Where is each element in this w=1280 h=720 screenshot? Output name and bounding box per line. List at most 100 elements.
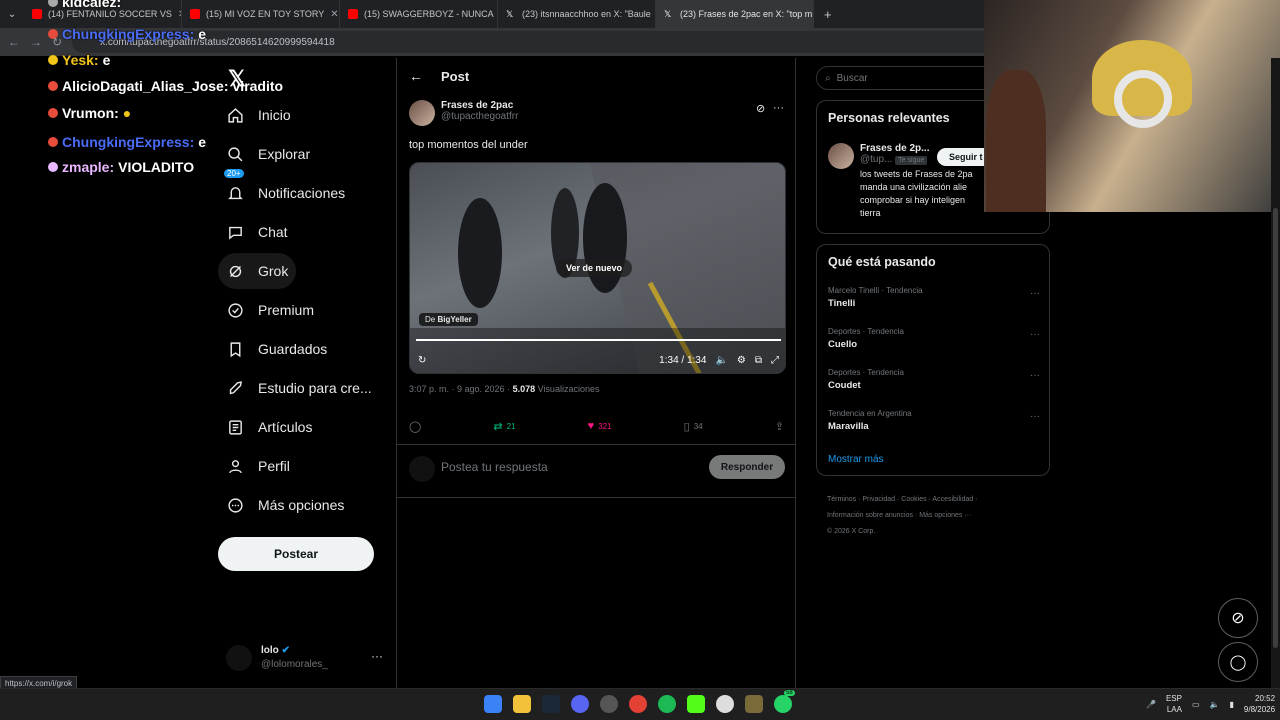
reply-button[interactable]: ◯ <box>409 420 421 433</box>
back-arrow-icon[interactable]: ← <box>409 68 423 84</box>
x-logo-icon[interactable]: 𝕏 <box>228 66 246 92</box>
picture-in-picture-icon[interactable]: ⧉ <box>755 355 762 366</box>
video-player[interactable]: Ver de nuevo De BigYeller ↻ 1:34 / 1:34 … <box>409 162 786 374</box>
home-icon <box>226 106 244 124</box>
account-switcher[interactable]: lolo ✔ @lolomorales_ ··· <box>226 643 396 677</box>
avatar <box>828 143 854 169</box>
user-badge-icon <box>48 81 58 91</box>
app-icon[interactable] <box>745 695 763 713</box>
sidebar-item-articulos[interactable]: Artículos <box>218 409 320 445</box>
footer-line[interactable]: Términos · Privacidad · Cookies · Accesi… <box>827 492 1057 508</box>
trend-item[interactable]: Deportes · Tendencia Cuello ··· <box>828 327 1040 350</box>
sidebar-item-premium[interactable]: Premium <box>218 292 322 328</box>
bookmark-button[interactable]: ▯ 34 <box>684 420 703 433</box>
trend-more-icon[interactable]: ··· <box>1030 288 1040 299</box>
notification-badge: 20+ <box>224 169 244 178</box>
kick-icon[interactable] <box>687 695 705 713</box>
steam-icon[interactable] <box>542 695 560 713</box>
person-figure <box>986 70 1046 212</box>
sidebar-item-notificaciones[interactable]: Notificaciones 20+ <box>218 169 353 211</box>
settings-gear-icon[interactable]: ⚙ <box>737 355 746 366</box>
footer-line[interactable]: Información sobre anuncios · Más opcione… <box>827 508 1057 524</box>
video-source-label: De BigYeller <box>419 313 478 326</box>
comment-icon: ◯ <box>409 420 422 433</box>
sidebar-item-inicio[interactable]: Inicio <box>218 97 299 133</box>
trend-more-icon[interactable]: ··· <box>1030 370 1040 381</box>
sidebar-item-mas-opciones[interactable]: Más opciones <box>218 487 352 523</box>
discord-icon[interactable] <box>571 695 589 713</box>
chat-message: zmaple: VIOLADITO <box>48 159 194 175</box>
scrollbar-thumb[interactable] <box>1273 208 1278 648</box>
share-icon: ⇪ <box>774 420 784 433</box>
emote-icon: ● <box>122 105 132 121</box>
trend-item[interactable]: Deportes · Tendencia Coudet ··· <box>828 368 1040 391</box>
microphone-icon[interactable]: 🎤 <box>1146 700 1156 709</box>
sidebar-item-guardados[interactable]: Guardados <box>218 331 335 367</box>
whatsapp-icon[interactable]: 58 <box>774 690 795 713</box>
trend-item[interactable]: Tendencia en Argentina Maravilla ··· <box>828 409 1040 432</box>
like-button[interactable]: ♥ 321 <box>588 420 612 432</box>
sidebar-item-grok[interactable]: Grok <box>218 253 297 289</box>
trend-item[interactable]: Marcelo Tinelli · Tendencia Tinelli ··· <box>828 286 1040 309</box>
scrollbar[interactable] <box>1271 58 1280 688</box>
browser-tab[interactable]: (15) SWAGGERBOYZ - NUNCA✕ <box>340 0 498 28</box>
fullscreen-icon[interactable]: ⤢ <box>771 355 779 366</box>
sidebar-item-chat[interactable]: Chat <box>218 214 296 250</box>
back-arrow-icon[interactable]: ← <box>8 35 20 49</box>
forward-arrow-icon[interactable]: → <box>30 35 42 49</box>
chrome-icon[interactable] <box>629 695 647 713</box>
grok-fab-button[interactable]: ⊘ <box>1218 598 1258 638</box>
grok-icon: ⊘ <box>1231 610 1245 627</box>
rocket-icon <box>226 379 244 397</box>
reply-input[interactable]: Postea tu respuesta <box>441 460 548 474</box>
card-title: Qué está pasando <box>828 255 936 269</box>
reply-composer: Postea tu respuesta Responder <box>397 444 796 498</box>
tweet-meta: 3:07 p. m. · 9 ago. 2026 · 5.078 Visuali… <box>409 384 600 394</box>
windows-start-icon[interactable] <box>484 695 502 713</box>
close-tab-icon[interactable]: ✕ <box>330 9 338 20</box>
follows-you-badge: Te sigue <box>895 156 928 165</box>
file-explorer-icon[interactable] <box>513 695 531 713</box>
browser-tab-active[interactable]: 𝕏(23) Frases de 2pac en X: "top m✕ <box>656 0 814 28</box>
sidebar-item-perfil[interactable]: Perfil <box>218 448 298 484</box>
new-tab-button[interactable]: + <box>814 7 832 22</box>
sidebar-item-explorar[interactable]: Explorar <box>218 136 318 172</box>
video-progress-bar[interactable] <box>416 339 781 341</box>
tweet-more-icon[interactable]: ··· <box>773 102 784 114</box>
search-icon: ⌕ <box>825 72 831 84</box>
chat-icon: ◯ <box>1229 654 1247 671</box>
grok-icon[interactable]: ⊘ <box>756 102 765 115</box>
post-header: ← Post <box>397 58 796 94</box>
youtube-icon <box>348 9 358 19</box>
account-more-icon[interactable]: ··· <box>371 649 383 663</box>
grok-icon <box>226 262 244 280</box>
bookmark-icon <box>226 340 244 358</box>
trend-more-icon[interactable]: ··· <box>1030 411 1040 422</box>
battery-icon[interactable]: ▮ <box>1230 700 1234 709</box>
obs-icon[interactable] <box>600 695 618 713</box>
replay-button[interactable]: Ver de nuevo <box>556 259 633 277</box>
post-button[interactable]: Postear <box>218 537 374 571</box>
reply-submit-button[interactable]: Responder <box>709 455 785 479</box>
tweet-author[interactable]: Frases de 2pac @tupacthegoatfrr <box>409 100 518 126</box>
chat-fab-button[interactable]: ◯ <box>1218 642 1258 682</box>
clock[interactable]: 20:52 9/8/2026 <box>1244 693 1275 715</box>
app-icon[interactable] <box>716 695 734 713</box>
network-icon[interactable]: ▭ <box>1192 700 1200 709</box>
taskbar-apps: 58 <box>484 690 795 713</box>
premium-icon <box>226 301 244 319</box>
show-more-link[interactable]: Mostrar más <box>828 454 884 465</box>
speaker-icon[interactable]: 🔈 <box>1210 700 1220 709</box>
repost-button[interactable]: ⇄ 21 <box>493 420 515 433</box>
volume-icon[interactable]: 🔈 <box>715 355 727 366</box>
browser-tab[interactable]: 𝕏(23) itsnnaacchhoo en X: "Baule✕ <box>498 0 656 28</box>
bell-icon <box>226 184 244 202</box>
sidebar-item-estudio[interactable]: Estudio para cre... <box>218 370 380 406</box>
tab-search-icon[interactable]: ⌄ <box>0 9 24 20</box>
account-handle: @lolomorales_ <box>261 659 328 670</box>
spotify-icon[interactable] <box>658 695 676 713</box>
replay-icon[interactable]: ↻ <box>418 355 426 366</box>
language-indicator[interactable]: ESP LAA <box>1166 693 1182 715</box>
trend-more-icon[interactable]: ··· <box>1030 329 1040 340</box>
share-button[interactable]: ⇪ <box>775 420 784 433</box>
